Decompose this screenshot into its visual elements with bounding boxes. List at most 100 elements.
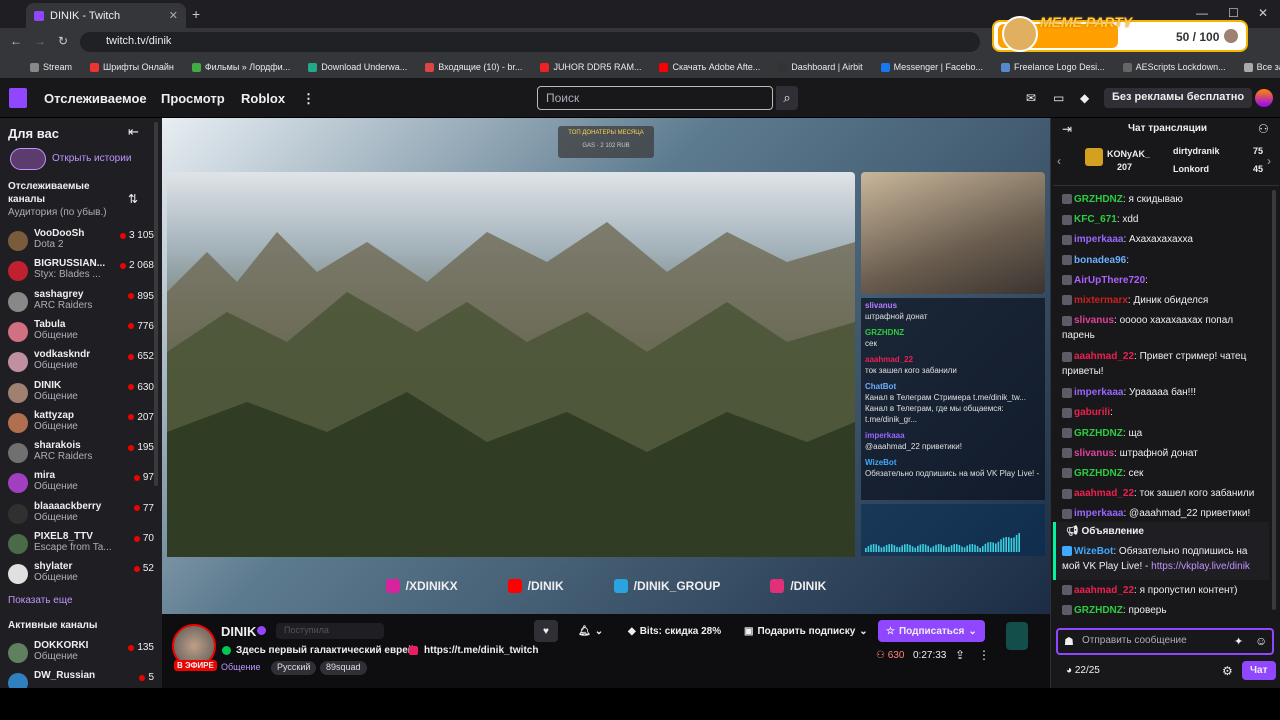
- bookmark-item[interactable]: Шрифты Онлайн: [90, 62, 174, 72]
- sidebar-scrollbar[interactable]: [154, 122, 158, 486]
- bookmark-item[interactable]: Входящие (10) - br...: [425, 62, 522, 72]
- chat-message[interactable]: slivanus: ооооо хахахаахах попал парень: [1062, 313, 1262, 343]
- chat-username[interactable]: slivanus: [1074, 448, 1114, 459]
- sidebar-channel[interactable]: Tabula Общение 776: [8, 319, 158, 349]
- chat-message[interactable]: GRZHDNZ: ща: [1062, 426, 1262, 441]
- bookmark-item[interactable]: Фильмы » Лордфи...: [191, 62, 290, 72]
- channel-name[interactable]: DINIK: [221, 624, 256, 639]
- sidebar-channel[interactable]: mira Общение 97: [8, 470, 158, 500]
- url-field[interactable]: twitch.tv/dinik: [80, 32, 980, 52]
- bookmark-item[interactable]: AEScripts Lockdown...: [1122, 62, 1226, 72]
- chat-message[interactable]: aaahmad_22: ток зашел кого забанили: [1062, 486, 1262, 501]
- more-options-icon[interactable]: ⋮: [978, 648, 990, 662]
- follow-heart-button[interactable]: ♥: [534, 620, 558, 642]
- maximize-icon[interactable]: ☐: [1228, 6, 1239, 20]
- chat-message[interactable]: GRZHDNZ: проверь: [1062, 603, 1262, 618]
- chat-message[interactable]: GRZHDNZ: сек: [1062, 466, 1262, 481]
- chat-message[interactable]: GRZHDNZ: я скидываю: [1062, 192, 1262, 207]
- nav-roblox[interactable]: Roblox: [241, 91, 285, 106]
- chat-username[interactable]: gaburili: [1074, 407, 1110, 418]
- chat-message[interactable]: imperkaaa: @aaahmad_22 приветики!: [1062, 506, 1262, 521]
- search-button[interactable]: ⌕: [776, 86, 798, 110]
- bookmark-item[interactable]: Скачать Adobe Afte...: [659, 62, 760, 72]
- chat-send-button[interactable]: Чат: [1242, 661, 1276, 680]
- sidebar-channel[interactable]: VooDooSh Dota 2 3 105: [8, 228, 158, 258]
- sort-icon[interactable]: ⇅: [128, 192, 138, 206]
- chat-username[interactable]: imperkaaa: [1074, 508, 1123, 519]
- subscribe-button[interactable]: ☆ Подписаться ⌄: [878, 620, 985, 642]
- chat-username[interactable]: GRZHDNZ: [1074, 194, 1123, 205]
- show-more-link[interactable]: Показать еще: [8, 595, 73, 606]
- minimize-icon[interactable]: —: [1196, 6, 1208, 20]
- chat-settings-icon[interactable]: ⚙: [1222, 664, 1233, 678]
- channel-points[interactable]: ◕ 22/25: [1066, 665, 1100, 676]
- inbox-icon[interactable]: ✉: [1026, 91, 1036, 105]
- browser-tab[interactable]: DINIK - Twitch ✕: [26, 3, 186, 28]
- chat-message[interactable]: mixtermarx: Диник обиделся: [1062, 293, 1262, 308]
- chat-username[interactable]: KFC_671: [1074, 214, 1117, 225]
- chat-message[interactable]: aaahmad_22: я пропустил контент): [1062, 583, 1262, 598]
- no-ads-button[interactable]: Без рекламы бесплатно: [1104, 88, 1253, 108]
- bookmark-item[interactable]: Download Underwa...: [308, 62, 407, 72]
- chat-message[interactable]: bonadea96:: [1062, 253, 1262, 268]
- chat-username[interactable]: GRZHDNZ: [1074, 605, 1123, 616]
- chat-scrollbar[interactable]: [1272, 190, 1276, 610]
- extension-icon[interactable]: [1006, 622, 1028, 650]
- chat-username[interactable]: AirUpThere720: [1074, 275, 1145, 286]
- chat-message[interactable]: imperkaaa: Ахахахахахха: [1062, 232, 1262, 247]
- chat-username[interactable]: slivanus: [1074, 315, 1114, 326]
- chat-username[interactable]: bonadea96: [1074, 255, 1126, 266]
- bookmark-item[interactable]: JUHOR DDR5 RAM...: [540, 62, 641, 72]
- user-avatar[interactable]: [1255, 89, 1273, 107]
- badge-icon[interactable]: ☗: [1064, 635, 1074, 648]
- close-window-icon[interactable]: ✕: [1258, 6, 1268, 20]
- category-link[interactable]: Общение: [221, 661, 266, 675]
- tag-89squad[interactable]: 89squad: [320, 661, 367, 675]
- chat-message[interactable]: KFC_671: xdd: [1062, 212, 1262, 227]
- chat-message[interactable]: aaahmad_22: Привет стример! чатец привет…: [1062, 349, 1262, 379]
- collapse-sidebar-icon[interactable]: ⇤: [128, 124, 139, 140]
- chat-username[interactable]: mixtermarx: [1074, 295, 1128, 306]
- bits-cheer-icon[interactable]: ✦: [1234, 635, 1243, 648]
- sidebar-channel[interactable]: sharakois ARC Raiders 195: [8, 440, 158, 470]
- nav-browse[interactable]: Просмотр: [161, 91, 225, 106]
- chat-username[interactable]: imperkaaa: [1074, 387, 1123, 398]
- chat-username[interactable]: GRZHDNZ: [1074, 468, 1123, 479]
- emoji-picker-icon[interactable]: ☺: [1255, 634, 1267, 648]
- new-tab-icon[interactable]: +: [192, 6, 200, 22]
- close-tab-icon[interactable]: ✕: [169, 9, 178, 22]
- sidebar-channel[interactable]: BIGRUSSIAN... Styx: Blades ... 2 068: [8, 258, 158, 288]
- follow-status-button[interactable]: Поступила: [276, 623, 384, 639]
- notifications-button[interactable]: 🔔︎ ⌄: [570, 620, 610, 642]
- collapse-chat-icon[interactable]: ⇥: [1062, 122, 1072, 136]
- sidebar-active-channel[interactable]: DOKKORKI Общение 135: [8, 640, 158, 670]
- chat-message[interactable]: imperkaaa: Урааааа бан!!!: [1062, 385, 1262, 400]
- sidebar-channel[interactable]: vodkaskndr Общение 652: [8, 349, 158, 379]
- leaderboard-prev-icon[interactable]: ‹: [1057, 154, 1061, 168]
- announcement-link[interactable]: https://vkplay.live/dinik: [1151, 561, 1250, 572]
- chat-username[interactable]: aaahmad_22: [1074, 585, 1134, 596]
- telegram-link[interactable]: https://t.me/dinik_twitch: [424, 645, 538, 656]
- bookmark-item[interactable]: Stream: [30, 62, 72, 72]
- back-icon[interactable]: ←: [10, 34, 22, 48]
- whispers-icon[interactable]: ▭: [1053, 91, 1064, 105]
- chat-message[interactable]: gaburili:: [1062, 405, 1262, 420]
- reload-icon[interactable]: ↻: [58, 34, 68, 48]
- sidebar-channel[interactable]: blaaaackberry Общение 77: [8, 501, 158, 531]
- users-icon[interactable]: ⚇: [1258, 122, 1269, 136]
- sidebar-channel[interactable]: DINIK Общение 630: [8, 380, 158, 410]
- sidebar-channel[interactable]: shylater Общение 52: [8, 561, 158, 591]
- chat-username[interactable]: aaahmad_22: [1074, 351, 1134, 362]
- gift-sub-button[interactable]: ▣ Подарить подписку ⌄: [736, 620, 876, 642]
- chat-username[interactable]: aaahmad_22: [1074, 488, 1134, 499]
- forward-icon[interactable]: →: [34, 34, 46, 48]
- bits-button[interactable]: ◆ Bits: скидка 28%: [620, 620, 729, 642]
- bookmark-item[interactable]: Dashboard | Airbit: [778, 62, 863, 72]
- sidebar-channel[interactable]: kattyzap Общение 207: [8, 410, 158, 440]
- share-icon[interactable]: ⇪: [955, 648, 965, 662]
- stories-avatars[interactable]: [10, 148, 46, 170]
- search-input[interactable]: Поиск: [537, 86, 773, 110]
- tag-language[interactable]: Русский: [271, 661, 317, 675]
- sidebar-channel[interactable]: PIXEL8_TTV Escape from Ta... 70: [8, 531, 158, 561]
- prime-icon[interactable]: ◆: [1080, 91, 1089, 105]
